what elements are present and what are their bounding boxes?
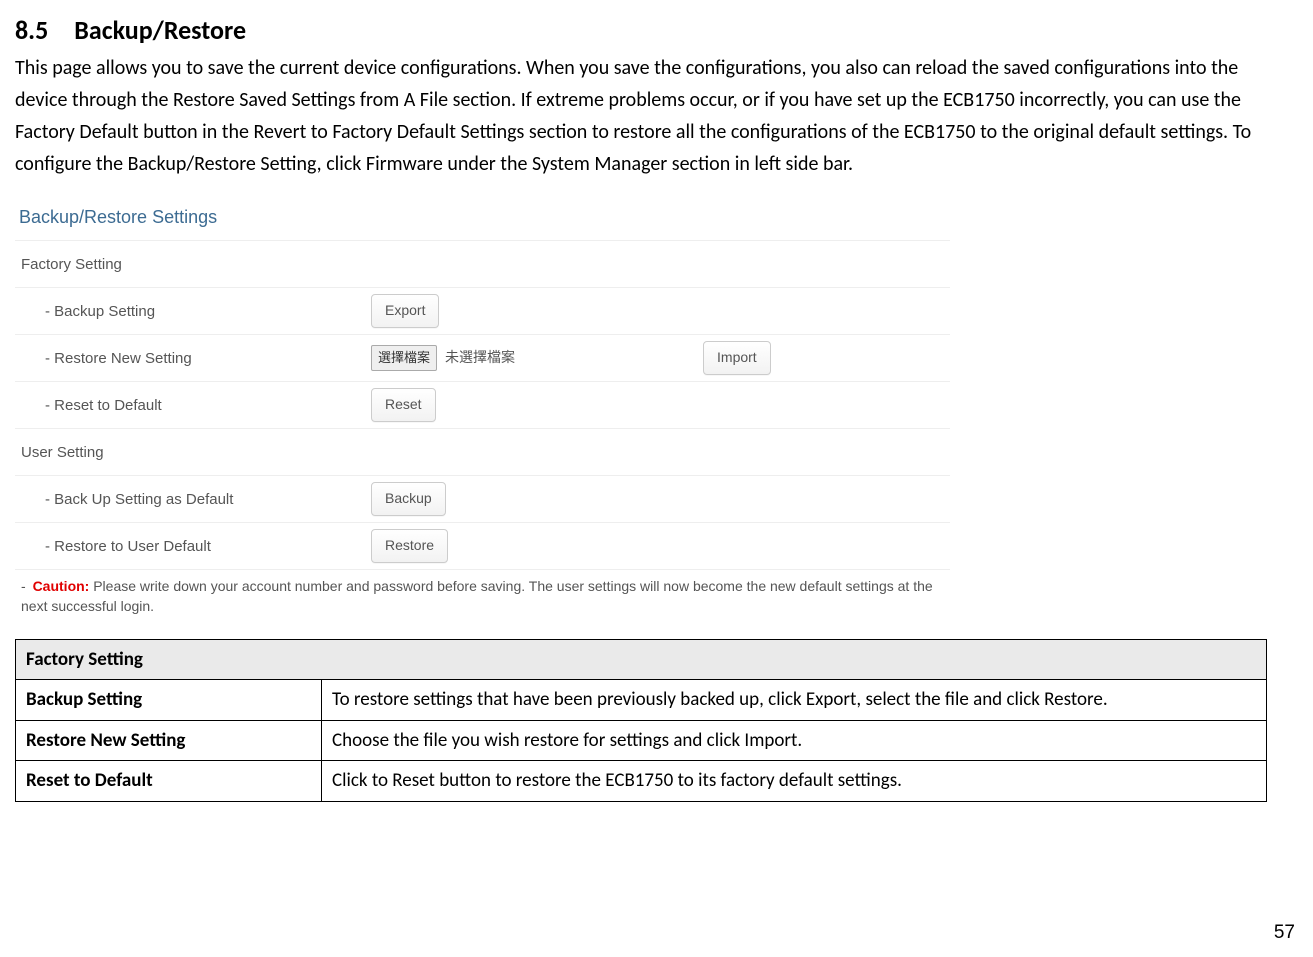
section-heading: 8.5 Backup/Restore	[15, 10, 1268, 50]
table-term: Restore New Setting	[16, 720, 322, 760]
factory-setting-heading: Factory Setting	[15, 253, 371, 276]
reset-button[interactable]: Reset	[371, 388, 436, 422]
table-term: Backup Setting	[16, 680, 322, 720]
caution-note: - Caution: Please write down your accoun…	[15, 569, 950, 617]
caution-dash: -	[21, 578, 33, 594]
table-desc: To restore settings that have been previ…	[322, 680, 1267, 720]
backup-as-default-row: - Back Up Setting as Default Backup	[15, 475, 950, 522]
backup-restore-panel: Backup/Restore Settings Factory Setting …	[15, 198, 950, 616]
backup-button[interactable]: Backup	[371, 482, 446, 516]
table-row: Restore New Setting Choose the file you …	[16, 720, 1267, 760]
caution-label: Caution:	[33, 578, 90, 594]
table-desc: Click to Reset button to restore the ECB…	[322, 761, 1267, 801]
caution-text: Please write down your account number an…	[21, 578, 933, 614]
panel-title: Backup/Restore Settings	[15, 198, 950, 240]
backup-setting-row: - Backup Setting Export	[15, 287, 950, 334]
restore-new-setting-row: - Restore New Setting 選擇檔案 未選擇檔案 Import	[15, 334, 950, 381]
user-setting-heading-row: User Setting	[15, 428, 950, 475]
restore-new-setting-label: - Restore New Setting	[15, 347, 371, 370]
file-chosen-status: 未選擇檔案	[445, 347, 695, 369]
page-number: 57	[1274, 918, 1295, 947]
table-row: Reset to Default Click to Reset button t…	[16, 761, 1267, 801]
table-desc: Choose the file you wish restore for set…	[322, 720, 1267, 760]
factory-setting-heading-row: Factory Setting	[15, 240, 950, 287]
table-section-header: Factory Setting	[16, 639, 1267, 679]
reset-to-default-label: - Reset to Default	[15, 394, 371, 417]
factory-setting-table: Factory Setting Backup Setting To restor…	[15, 639, 1267, 802]
reset-to-default-row: - Reset to Default Reset	[15, 381, 950, 428]
backup-as-default-label: - Back Up Setting as Default	[15, 488, 371, 511]
restore-user-default-label: - Restore to User Default	[15, 535, 371, 558]
export-button[interactable]: Export	[371, 294, 439, 328]
restore-user-default-row: - Restore to User Default Restore	[15, 522, 950, 569]
restore-button[interactable]: Restore	[371, 529, 448, 563]
table-term: Reset to Default	[16, 761, 322, 801]
choose-file-button[interactable]: 選擇檔案	[371, 345, 437, 371]
backup-setting-label: - Backup Setting	[15, 300, 371, 323]
user-setting-heading: User Setting	[15, 441, 371, 464]
table-row: Backup Setting To restore settings that …	[16, 680, 1267, 720]
import-button[interactable]: Import	[703, 341, 771, 375]
section-body-text: This page allows you to save the current…	[15, 52, 1268, 180]
